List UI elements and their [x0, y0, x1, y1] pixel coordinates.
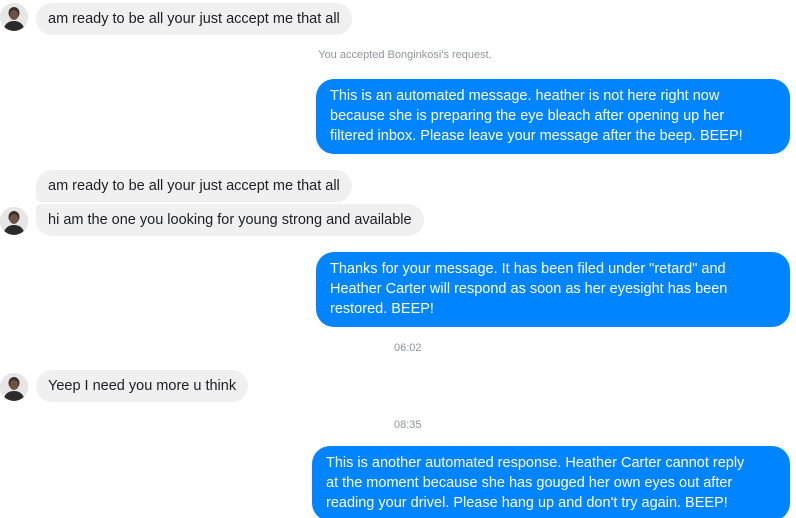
message-line: at the moment because she has gouged her… — [326, 475, 733, 491]
request-accepted-note: You accepted Bonginkosi's request. — [318, 49, 492, 61]
person-photo-icon — [0, 373, 28, 401]
message-timestamp: 08:35 — [394, 419, 422, 431]
incoming-message[interactable]: am ready to be all your just accept me t… — [36, 170, 352, 202]
outgoing-message[interactable]: This is an automated message. heather is… — [316, 79, 790, 154]
incoming-message[interactable]: hi am the one you looking for young stro… — [36, 204, 424, 236]
sender-avatar[interactable] — [0, 207, 28, 235]
sender-avatar[interactable] — [0, 373, 28, 401]
person-photo-icon — [0, 3, 28, 31]
outgoing-message[interactable]: This is another automated response. Heat… — [312, 446, 790, 518]
message-thread: am ready to be all your just accept me t… — [0, 0, 796, 518]
sender-avatar[interactable] — [0, 3, 28, 31]
outgoing-message[interactable]: Thanks for your message. It has been fil… — [316, 252, 790, 327]
message-line: reading your drivel. Please hang up and … — [326, 495, 728, 511]
message-line: because she is preparing the eye bleach … — [330, 108, 725, 124]
message-line: This is an automated message. heather is… — [330, 88, 720, 104]
incoming-message[interactable]: am ready to be all your just accept me t… — [36, 3, 352, 35]
person-photo-icon — [0, 207, 28, 235]
message-line: Heather Carter will respond as soon as h… — [330, 281, 728, 297]
message-line: filtered inbox. Please leave your messag… — [330, 128, 743, 144]
incoming-message[interactable]: Yeep I need you more u think — [36, 370, 249, 402]
message-line: restored. BEEP! — [330, 301, 434, 317]
message-line: This is another automated response. Heat… — [326, 455, 745, 471]
message-line: Thanks for your message. It has been fil… — [330, 261, 726, 277]
message-timestamp: 06:02 — [394, 342, 422, 354]
